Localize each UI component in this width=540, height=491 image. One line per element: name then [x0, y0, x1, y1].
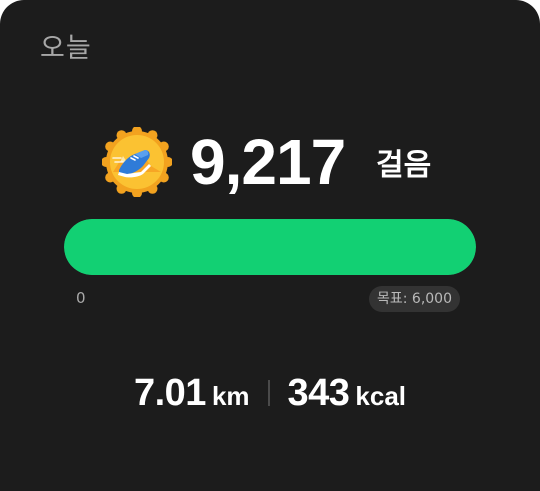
- calories-stat: 343 kcal: [288, 372, 407, 415]
- distance-value: 7.01: [133, 371, 206, 414]
- calories-value: 343: [287, 371, 350, 414]
- card-title: 오늘: [40, 33, 92, 64]
- distance-unit: km: [211, 380, 250, 411]
- step-count: 9,217: [190, 126, 346, 198]
- progress-min-label: 0: [76, 289, 86, 307]
- steps-card[interactable]: 오늘 9,217 걸음 0 목표: 6,000 7.01 km 343 kcal: [0, 0, 540, 491]
- running-shoe-medal-icon: [102, 127, 172, 197]
- distance-stat: 7.01 km: [134, 372, 250, 415]
- step-unit: 걸음: [376, 148, 432, 183]
- goal-badge: 목표: 6,000: [368, 286, 460, 312]
- activity-stats: 7.01 km 343 kcal: [0, 368, 540, 418]
- steps-progress-bar: [64, 219, 476, 275]
- calories-unit: kcal: [355, 380, 407, 411]
- stats-divider: [267, 380, 270, 406]
- steps-progress-fill: [64, 219, 476, 275]
